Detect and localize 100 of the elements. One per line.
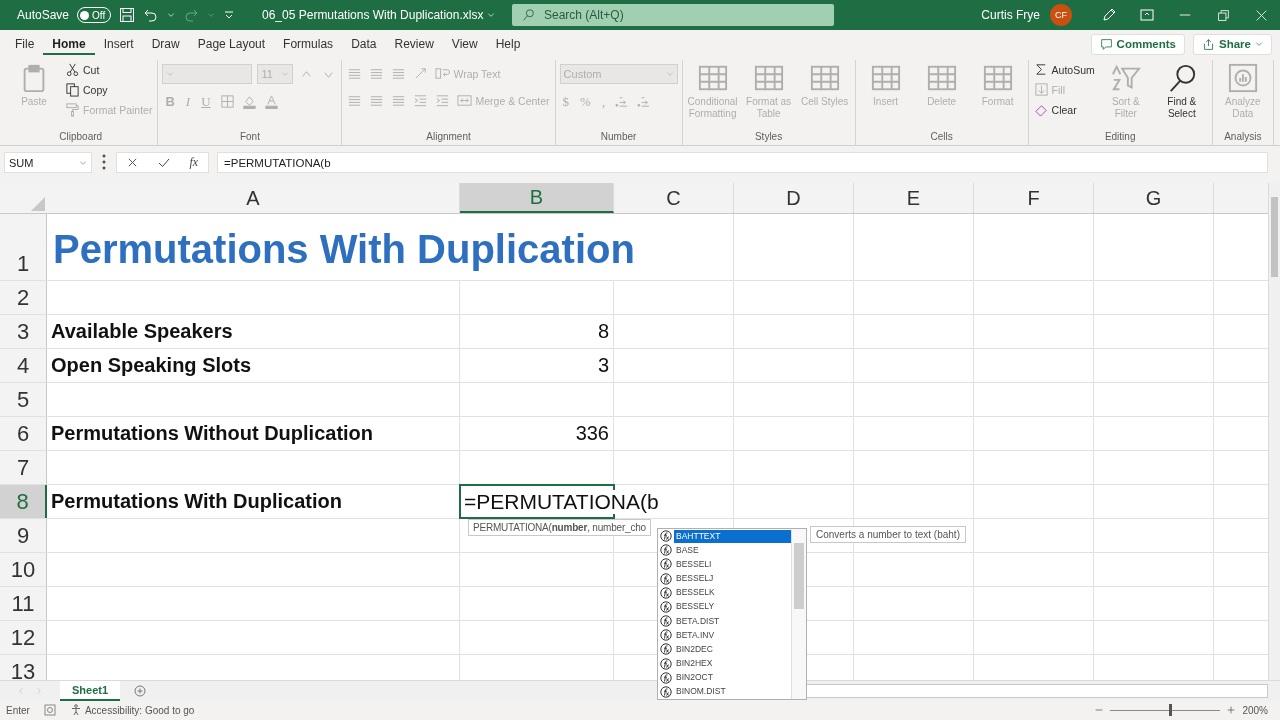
ribbon-tab[interactable]: Data [342, 33, 386, 55]
ribbon-tab[interactable]: Formulas [274, 33, 343, 55]
user-avatar[interactable]: CF [1050, 4, 1072, 26]
decimal-icon [636, 94, 652, 109]
plus-icon [134, 684, 147, 697]
column-header[interactable]: B [460, 183, 614, 213]
ribbon-tab[interactable]: File [6, 33, 44, 55]
next-icon [35, 686, 43, 695]
sheet-tab[interactable]: Sheet1 [60, 680, 121, 701]
row-header[interactable]: 2 [0, 281, 47, 314]
fill-down-icon [1033, 82, 1049, 97]
function-option[interactable]: BETA.DIST [658, 614, 791, 629]
insert-function-button[interactable]: fx [189, 155, 199, 170]
group-label: Cells [929, 130, 954, 144]
zoom-thumb[interactable] [1168, 704, 1172, 716]
ribbon-tab[interactable]: Help [486, 33, 530, 55]
cell-text: 8 [597, 320, 610, 344]
ribbon-button[interactable]: Cut [64, 60, 154, 79]
check-icon [157, 156, 170, 169]
search-field[interactable]: Search (Alt+Q) [512, 4, 834, 26]
formula-field[interactable]: =PERMUTATIONA(b [217, 152, 1268, 173]
enter-button[interactable] [157, 156, 170, 169]
status-mode: Enter [6, 704, 30, 716]
ribbon-tab[interactable]: Insert [94, 33, 143, 55]
function-option[interactable]: BIN2HEX [658, 656, 791, 671]
eraser-icon [1033, 102, 1049, 117]
row-header[interactable]: 9 [0, 519, 47, 552]
function-option[interactable]: BETA.INV [658, 628, 791, 643]
caret-icon [1255, 40, 1263, 48]
ribbon-button[interactable]: Clear [1032, 100, 1096, 119]
name-box[interactable]: SUM [4, 152, 92, 173]
borders-icon [219, 94, 235, 109]
align-icon [391, 93, 407, 108]
macro-record-icon [43, 704, 56, 716]
row-header[interactable]: 3 [0, 315, 47, 348]
merge-icon [457, 93, 473, 108]
align-icon [347, 93, 363, 108]
close-icon [126, 157, 138, 168]
new-sheet-button[interactable] [134, 684, 147, 697]
cancel-button[interactable] [126, 157, 138, 168]
vertical-scrollbar[interactable] [1268, 183, 1280, 680]
undo-icon [143, 7, 160, 23]
ribbon-button[interactable]: AutoSum [1032, 60, 1096, 79]
function-option[interactable]: BESSELY [658, 599, 791, 615]
table-icon [809, 63, 840, 93]
ribbon-tab[interactable]: Draw [142, 33, 189, 55]
list-scrollbar[interactable] [791, 529, 806, 699]
ribbon-button[interactable]: Find & Select [1155, 60, 1208, 119]
search-icon [522, 8, 536, 22]
function-option[interactable]: BINOM.DIST [658, 684, 791, 700]
accessibility-status[interactable]: Accessibility: Good to go [84, 704, 195, 716]
accessibility-icon [69, 704, 82, 716]
row-header[interactable]: 4 [0, 349, 47, 382]
group-label: Clipboard [58, 130, 104, 144]
analyze-icon [1227, 63, 1258, 93]
font-color-icon [263, 94, 279, 109]
cell-text: 3 [597, 354, 610, 378]
function-hint: PERMUTATIONA(number, number_cho [468, 519, 651, 536]
table-icon [926, 63, 957, 93]
cell-text: Open Speaking Slots [50, 354, 252, 378]
table-icon [870, 63, 901, 93]
share-icon [1202, 37, 1216, 51]
row-header[interactable]: 5 [0, 383, 47, 416]
row-header[interactable]: 11 [0, 587, 47, 620]
fill-color-icon [241, 94, 257, 109]
share-button[interactable]: Share [1193, 33, 1272, 55]
function-option[interactable]: BESSELJ [658, 571, 791, 586]
paintbrush-icon [65, 102, 80, 117]
function-option[interactable]: BIN2DEC [658, 642, 791, 657]
align-icon [369, 93, 385, 108]
caret-icon [487, 11, 496, 19]
restore-icon [1216, 8, 1230, 22]
ribbon-tab[interactable]: Review [385, 33, 443, 55]
ribbon-tab[interactable]: View [442, 33, 487, 55]
function-option[interactable]: BESSELK [658, 585, 791, 600]
row-header[interactable]: 12 [0, 621, 47, 654]
function-icon [660, 643, 672, 656]
function-option[interactable]: BIN2OCT [658, 670, 791, 685]
row-header[interactable]: 7 [0, 451, 47, 484]
ribbon-tab[interactable]: Page Layout [188, 33, 275, 55]
row-header[interactable]: 10 [0, 553, 47, 586]
row-header[interactable]: 6 [0, 417, 47, 450]
horizontal-scrollbar[interactable] [806, 683, 1268, 698]
comments-button[interactable]: Comments [1090, 33, 1186, 55]
row-header[interactable]: 8 [0, 485, 47, 518]
function-option[interactable]: BASE [658, 543, 791, 558]
function-tooltip: Converts a number to text (baht) [810, 526, 966, 543]
ribbon-button[interactable]: Copy [64, 80, 154, 99]
function-icon [660, 657, 672, 670]
align-icon [347, 66, 363, 81]
function-icon [660, 530, 672, 543]
function-option[interactable]: BESSELI [658, 557, 791, 572]
cell-text: Permutations Without Duplication [50, 422, 374, 446]
function-icon [660, 600, 672, 613]
group-label: Alignment [425, 130, 472, 144]
save-icon [119, 7, 136, 23]
row-header[interactable]: 1 [0, 214, 47, 280]
row-header[interactable]: 13 [0, 655, 47, 680]
group-label: Styles [753, 130, 784, 144]
ribbon-tab[interactable]: Home [43, 33, 95, 55]
